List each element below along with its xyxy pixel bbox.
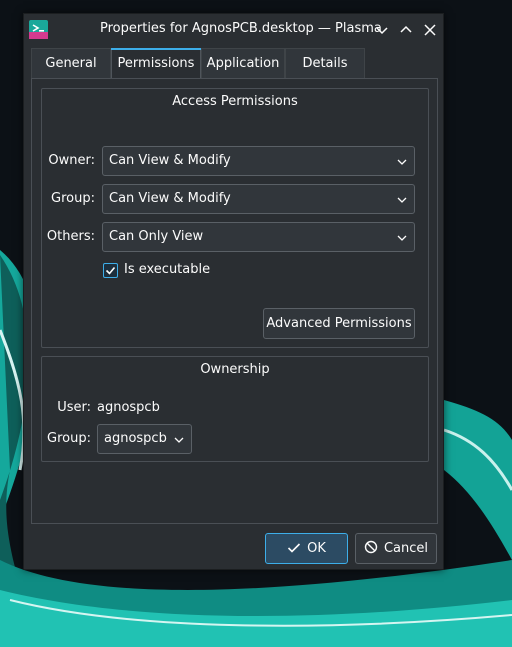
cancel-icon [364,540,378,554]
tab-permissions[interactable]: Permissions [111,48,201,79]
tab-details[interactable]: Details [285,48,365,79]
group-permission-select[interactable]: Can View & Modify [102,184,415,214]
user-label: User: [57,400,91,415]
maximize-icon[interactable] [396,20,416,40]
ownership-group-label: Group: [47,431,91,446]
window-title: Properties for AgnosPCB.desktop — Plasma [100,21,382,36]
ok-label: OK [307,541,326,556]
executable-label[interactable]: Is executable [124,262,210,277]
chevron-down-icon [397,159,407,165]
owner-permission-select[interactable]: Can View & Modify [102,146,415,176]
others-permission-select[interactable]: Can Only View [102,222,415,252]
close-icon[interactable] [420,20,440,40]
permissions-panel: Access Permissions Owner: Can View & Mod… [31,78,438,524]
checkmark-icon [105,266,116,275]
others-permission-value: Can Only View [109,229,204,244]
chevron-down-icon [174,437,184,443]
title-bar[interactable]: Properties for AgnosPCB.desktop — Plasma [24,14,443,45]
group-permission-value: Can View & Modify [109,191,231,206]
others-label: Others: [46,229,95,244]
owner-permission-value: Can View & Modify [109,153,231,168]
ownership-group: Ownership User: agnospcb Group: agnospcb [41,356,429,462]
access-permissions-group: Access Permissions Owner: Can View & Mod… [41,88,429,348]
chevron-down-icon [397,235,407,241]
access-permissions-title: Access Permissions [172,94,298,109]
advanced-permissions-button[interactable]: Advanced Permissions [263,308,415,339]
tab-general[interactable]: General [31,48,111,79]
cancel-label: Cancel [383,541,429,556]
cancel-button[interactable]: Cancel [355,533,437,564]
minimize-icon[interactable] [372,20,392,40]
ownership-group-value: agnospcb [104,431,167,446]
tab-application[interactable]: Application [201,48,285,79]
executable-checkbox[interactable] [103,263,118,278]
application-icon[interactable] [29,20,48,39]
ok-button[interactable]: OK [265,533,348,564]
user-value: agnospcb [97,400,160,415]
ownership-group-select[interactable]: agnospcb [97,424,192,454]
group-label: Group: [51,191,95,206]
ownership-title: Ownership [200,362,270,377]
checkmark-icon [288,543,301,553]
owner-label: Owner: [48,153,95,168]
chevron-down-icon [397,197,407,203]
properties-dialog: Properties for AgnosPCB.desktop — Plasma… [23,13,444,570]
